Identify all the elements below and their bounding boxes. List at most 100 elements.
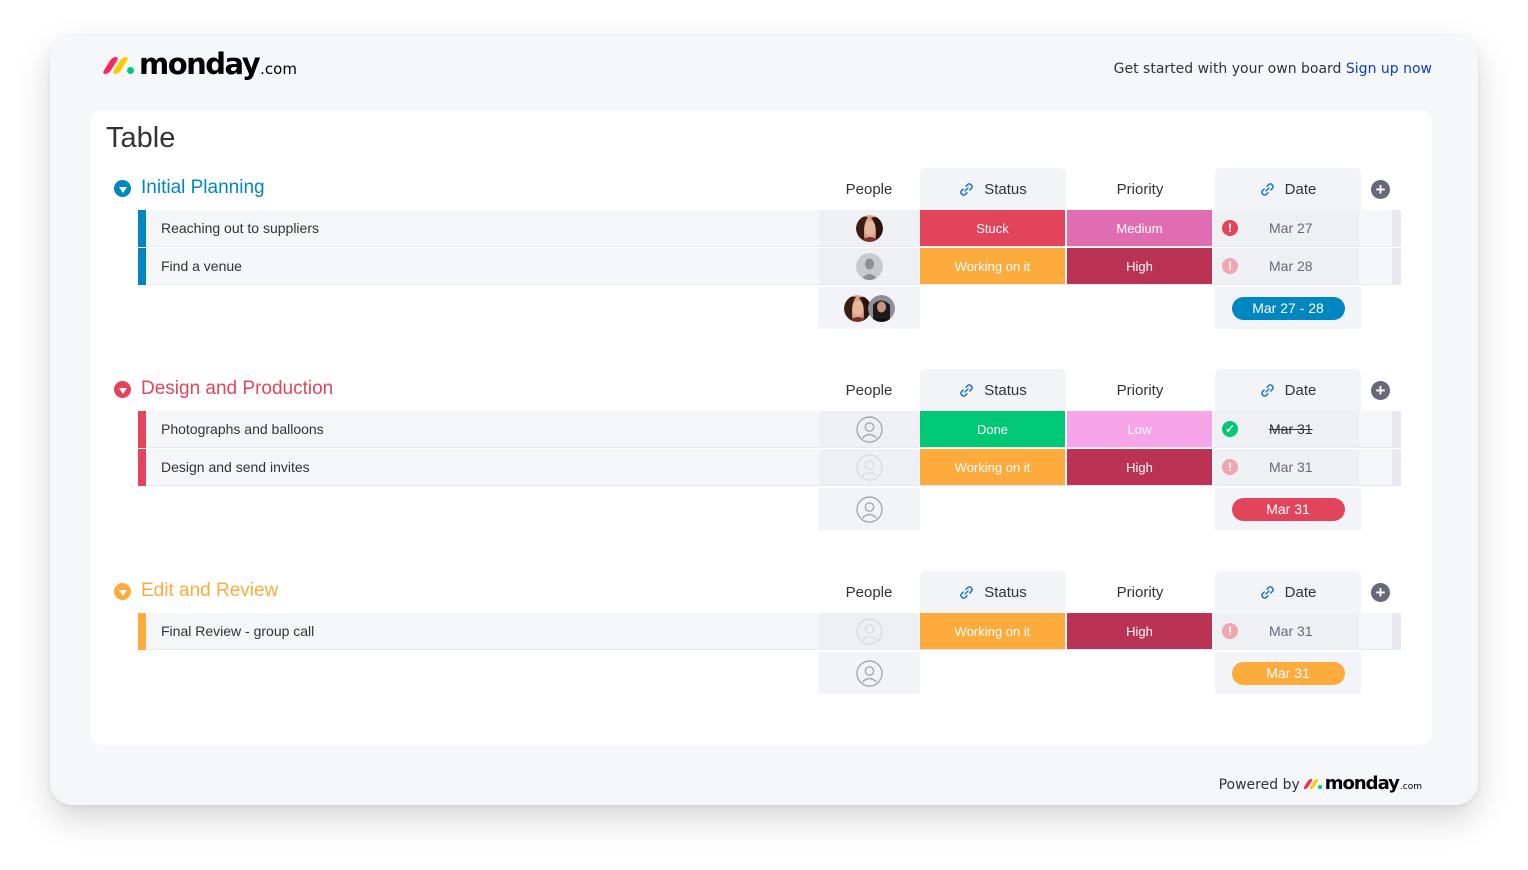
status-label: Stuck: [976, 221, 1009, 236]
column-label: Priority: [1116, 583, 1164, 601]
column-header-date[interactable]: Date: [1215, 369, 1361, 411]
link-icon: [959, 182, 974, 197]
row-end-cell: [1392, 210, 1401, 247]
footer-logo-wordmark[interactable]: monday: [1325, 773, 1400, 794]
group-summary: Mar 31: [90, 488, 1432, 530]
group-header: Design and Production People Status Priorit…: [90, 369, 1432, 411]
priority-cell[interactable]: High: [1067, 449, 1212, 486]
status-cell[interactable]: Working on it: [920, 613, 1065, 650]
column-label: Status: [984, 180, 1027, 198]
status-cell[interactable]: Stuck: [920, 210, 1065, 247]
row-end-cell: [1392, 411, 1401, 448]
group-title[interactable]: Initial Planning: [141, 177, 265, 199]
people-cell[interactable]: [819, 248, 919, 285]
date-cell[interactable]: ! Mar 31: [1214, 449, 1359, 486]
priority-cell[interactable]: Low: [1067, 411, 1212, 448]
column-header-status[interactable]: Status: [920, 369, 1066, 411]
date-value: Mar 31: [1269, 623, 1313, 639]
item-name[interactable]: Find a venue: [161, 258, 242, 274]
date-summary[interactable]: Mar 27 - 28: [1215, 287, 1361, 329]
people-summary[interactable]: [818, 287, 920, 329]
table-row[interactable]: Find a venue Working on it High! Mar 28: [138, 248, 1401, 285]
priority-label: High: [1126, 460, 1153, 475]
row-divider: [146, 485, 1401, 486]
people-summary[interactable]: [818, 652, 920, 694]
row-divider: [146, 284, 1401, 285]
column-header-priority[interactable]: Priority: [1067, 571, 1213, 613]
people-cell[interactable]: [819, 449, 919, 486]
column-header-status[interactable]: Status: [920, 571, 1066, 613]
date-cell[interactable]: ! Mar 31: [1214, 613, 1359, 650]
date-cell[interactable]: ✓ Mar 31: [1214, 411, 1359, 448]
table-row[interactable]: Final Review - group call Working on it Hi…: [138, 613, 1401, 650]
signup-link[interactable]: Sign up now: [1346, 61, 1432, 77]
people-cell[interactable]: [819, 613, 919, 650]
column-header-date[interactable]: Date: [1215, 168, 1361, 210]
status-cell[interactable]: Working on it: [920, 248, 1065, 285]
column-label: Status: [984, 381, 1027, 399]
summary-avatar: [855, 659, 883, 687]
row-end-cell: [1392, 449, 1401, 486]
summary-avatar: [855, 495, 883, 523]
person-avatar: [855, 618, 883, 645]
column-label: Date: [1284, 180, 1317, 198]
column-label: Priority: [1116, 180, 1164, 198]
date-range-pill: Mar 31: [1231, 661, 1345, 685]
collapse-chevron-icon[interactable]: [114, 381, 131, 398]
status-cell[interactable]: Working on it: [920, 449, 1065, 486]
table-row[interactable]: Photographs and balloons Done Low ✓ Mar 31: [138, 411, 1401, 448]
column-header-priority[interactable]: Priority: [1067, 168, 1213, 210]
board-window: monday .com Get started with your own boa…: [50, 35, 1478, 805]
people-cell[interactable]: [819, 411, 919, 448]
collapse-chevron-icon[interactable]: [114, 583, 131, 600]
date-value: Mar 31: [1269, 421, 1313, 437]
footer-logo-tld: .com: [1399, 782, 1422, 792]
row-end-cell: [1392, 248, 1401, 285]
monday-logo[interactable]: monday .com: [101, 47, 297, 81]
alert-icon: !: [1222, 623, 1238, 639]
priority-label: Medium: [1116, 221, 1163, 236]
column-header-priority[interactable]: Priority: [1067, 369, 1213, 411]
add-column-plus-icon[interactable]: +: [1371, 583, 1390, 602]
column-header-date[interactable]: Date: [1215, 571, 1361, 613]
date-cell[interactable]: ! Mar 28: [1214, 248, 1359, 285]
column-header-status[interactable]: Status: [920, 168, 1066, 210]
group-color-bar: [138, 411, 146, 448]
collapse-chevron-icon[interactable]: [114, 180, 131, 197]
column-header-people[interactable]: People: [819, 369, 919, 411]
item-name[interactable]: Design and send invites: [161, 459, 310, 475]
person-avatar: [855, 416, 883, 443]
priority-cell[interactable]: High: [1067, 613, 1212, 650]
status-cell[interactable]: Done: [920, 411, 1065, 448]
priority-cell[interactable]: Medium: [1067, 210, 1212, 247]
date-summary[interactable]: Mar 31: [1215, 488, 1361, 530]
add-column-plus-icon[interactable]: +: [1371, 180, 1390, 199]
people-summary[interactable]: [818, 488, 920, 530]
date-value: Mar 28: [1269, 258, 1313, 274]
person-avatar: [855, 454, 883, 481]
date-summary[interactable]: Mar 31: [1215, 652, 1361, 694]
group-summary: Mar 27 - 28: [90, 287, 1432, 329]
table-row[interactable]: Design and send invites Working on it High…: [138, 449, 1401, 486]
group-title[interactable]: Design and Production: [141, 378, 333, 400]
board-title: Table: [106, 122, 176, 154]
status-label: Done: [976, 422, 1009, 437]
alert-icon: !: [1222, 459, 1238, 475]
date-cell[interactable]: ! Mar 27: [1214, 210, 1359, 247]
item-name[interactable]: Final Review - group call: [161, 623, 314, 639]
group-header: Edit and Review People Status Priority Date +: [90, 571, 1432, 613]
people-cell[interactable]: [819, 210, 919, 247]
status-label: Working on it: [954, 259, 1031, 274]
item-name[interactable]: Photographs and balloons: [161, 421, 324, 437]
column-header-people[interactable]: People: [819, 571, 919, 613]
board-card: Table Initial Planning People Status Priori…: [90, 110, 1432, 745]
column-header-people[interactable]: People: [819, 168, 919, 210]
priority-cell[interactable]: High: [1067, 248, 1212, 285]
column-label: Date: [1284, 381, 1317, 399]
add-column-plus-icon[interactable]: +: [1371, 381, 1390, 400]
group-title[interactable]: Edit and Review: [141, 580, 278, 602]
group-header: Initial Planning People Status Priority Date…: [90, 168, 1432, 210]
table-row[interactable]: Reaching out to suppliers Stuck Medium ! Mar…: [138, 210, 1401, 247]
item-name[interactable]: Reaching out to suppliers: [161, 220, 319, 236]
check-icon: ✓: [1222, 421, 1238, 437]
